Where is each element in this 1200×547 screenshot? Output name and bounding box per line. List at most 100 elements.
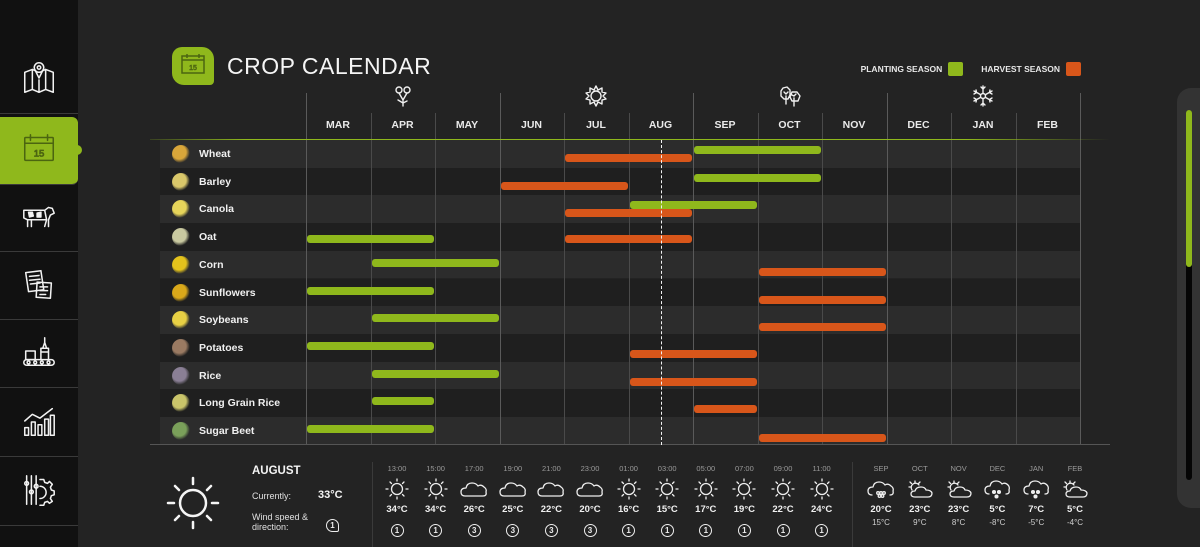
forecast-month: SEP <box>873 464 889 473</box>
month-label-aug: AUG <box>648 119 673 131</box>
month-gridline <box>628 113 630 444</box>
crop-icon-sugar-beet <box>172 422 190 440</box>
chart-bottom-line <box>150 444 1110 445</box>
weather-month: AUGUST <box>252 465 301 477</box>
forecast-time: 01:00 <box>619 464 638 473</box>
month-label-mar: MAR <box>326 119 350 131</box>
hourly-forecast-item: 21:00 22°C 3 <box>532 464 570 537</box>
forecast-temp: 19°C <box>733 504 755 515</box>
crop-label: Wheat <box>199 148 231 160</box>
month-label-apr: APR <box>391 119 414 131</box>
hourly-forecast-item: 01:00 16°C 1 <box>610 464 648 537</box>
crop-row-bg <box>160 361 1080 390</box>
forecast-temp: 16°C <box>617 504 640 515</box>
wind-direction-badge: 1 <box>326 519 339 532</box>
forecast-month: FEB <box>1067 464 1083 473</box>
monthly-forecast-item: FEB 5°C -4°C <box>1056 464 1094 527</box>
crop-label: Long Grain Rice <box>199 397 281 410</box>
wind-direction-badge: 1 <box>737 524 751 537</box>
forecast-time: 19:00 <box>503 464 523 473</box>
harvest-bar[interactable] <box>565 209 692 218</box>
hail-cloud-icon <box>866 478 896 500</box>
month-gridline <box>757 113 759 444</box>
chart-header-line <box>150 139 1110 140</box>
harvest-bar[interactable] <box>629 377 757 386</box>
planting-bar[interactable] <box>694 146 821 154</box>
harvest-bar[interactable] <box>694 405 757 414</box>
harvest-bar[interactable] <box>565 154 692 162</box>
month-gridline <box>499 93 501 444</box>
planting-bar[interactable] <box>371 314 499 323</box>
monthly-forecast-item: NOV 23°C 8°C <box>940 464 978 527</box>
month-gridline <box>951 113 952 444</box>
planting-bar[interactable] <box>307 425 434 433</box>
harvest-bar[interactable] <box>565 235 692 244</box>
month-label-jun: JUN <box>520 119 542 131</box>
crop-icon-rice <box>172 366 190 385</box>
hourly-forecast-item: 19:00 25°C 3 <box>494 464 532 537</box>
harvest-bar[interactable] <box>758 295 886 304</box>
hourly-forecast-item: 23:00 20°C 3 <box>571 464 609 537</box>
planting-bar[interactable] <box>307 341 434 350</box>
monthly-forecast-item: JAN 7°C -5°C <box>1017 464 1055 527</box>
weather-divider <box>372 462 373 547</box>
partly-cloudy-icon <box>1060 478 1090 500</box>
month-label-feb: FEB <box>1037 119 1058 131</box>
harvest-bar[interactable] <box>758 323 886 332</box>
crop-icon-potatoes <box>172 338 190 357</box>
planting-bar[interactable] <box>307 235 434 244</box>
scrollbar-thumb[interactable] <box>1186 110 1192 267</box>
crop-row-bg <box>160 306 1080 334</box>
forecast-high: 5°C <box>1067 504 1083 515</box>
month-label-sep: SEP <box>714 119 736 131</box>
sun-icon <box>421 478 451 500</box>
sun-icon <box>729 478 759 500</box>
crop-icon-corn <box>172 255 190 274</box>
forecast-time: 03:00 <box>657 464 677 473</box>
planting-bar[interactable] <box>694 173 821 182</box>
forecast-low: 9°C <box>913 518 927 527</box>
forecast-low: -4°C <box>1066 518 1084 527</box>
harvest-bar[interactable] <box>758 267 886 276</box>
crop-row-bg <box>160 333 1080 362</box>
current-date-marker <box>660 140 662 445</box>
wind-direction-badge: 1 <box>699 524 713 537</box>
harvest-bar[interactable] <box>758 434 886 442</box>
harvest-bar[interactable] <box>500 181 628 190</box>
forecast-high: 7°C <box>1028 504 1045 515</box>
planting-bar[interactable] <box>371 258 499 267</box>
month-label-jan: JAN <box>972 119 994 131</box>
snow-cloud-icon <box>982 478 1012 500</box>
planting-bar[interactable] <box>629 201 757 210</box>
month-gridline <box>370 113 372 444</box>
forecast-low: 8°C <box>951 518 966 527</box>
forecast-time: 21:00 <box>542 464 561 473</box>
hourly-forecast-item: 07:00 19°C 1 <box>725 464 763 537</box>
forecast-temp: 15°C <box>656 504 678 515</box>
harvest-bar[interactable] <box>629 349 757 358</box>
month-gridline <box>886 93 888 444</box>
forecast-temp: 22°C <box>540 504 562 515</box>
forecast-month: NOV <box>950 464 967 473</box>
month-label-nov: NOV <box>842 119 866 131</box>
forecast-temp: 22°C <box>772 504 794 515</box>
planting-bar[interactable] <box>371 369 499 378</box>
weather-currently-value: 33°C <box>318 489 343 501</box>
wind-direction-badge: 3 <box>506 524 520 537</box>
cloud-icon <box>575 478 605 500</box>
forecast-time: 17:00 <box>464 464 484 473</box>
forecast-month: OCT <box>911 464 928 473</box>
crop-row-bg <box>160 250 1080 279</box>
crop-row-bg <box>160 389 1080 417</box>
current-weather-sun-icon <box>160 473 226 533</box>
forecast-low: 15°C <box>872 518 890 527</box>
month-label-oct: OCT <box>778 119 801 131</box>
planting-bar[interactable] <box>371 397 434 406</box>
planting-bar[interactable] <box>307 286 434 295</box>
crop-label: Soybeans <box>199 314 249 327</box>
sun-icon <box>652 478 682 500</box>
crop-label: Rice <box>199 369 222 382</box>
forecast-temp: 24°C <box>810 504 833 515</box>
sun-icon <box>807 478 837 500</box>
forecast-temp: 20°C <box>579 504 601 515</box>
